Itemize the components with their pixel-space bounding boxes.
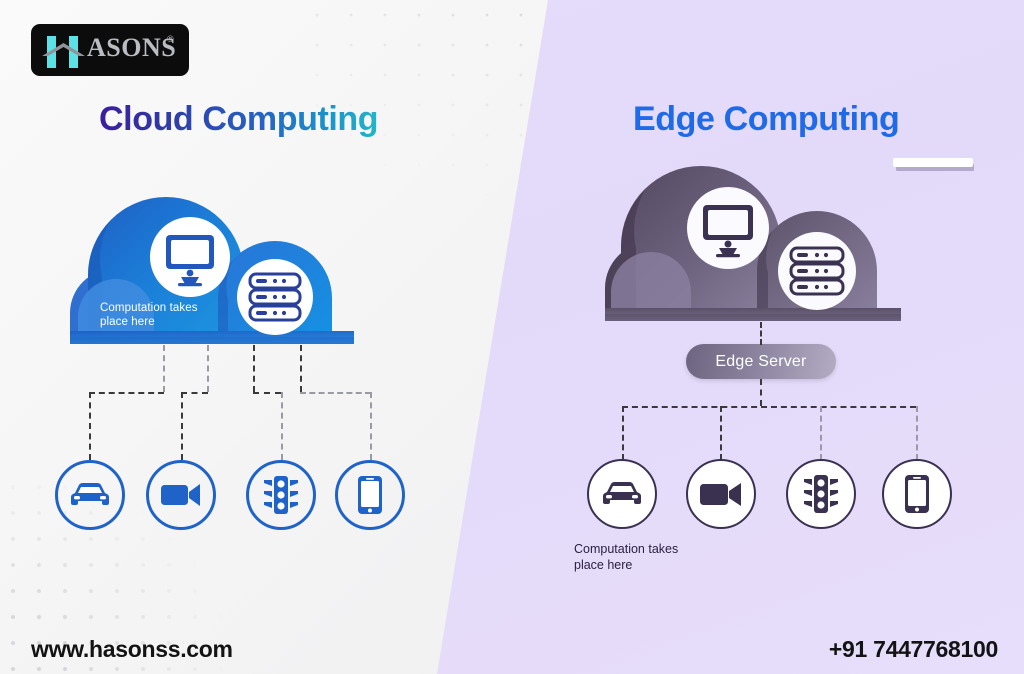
logo-inner: ASONS ® [39,30,181,70]
website-url[interactable]: www.hasonss.com [31,636,233,663]
left-node-video-camera[interactable] [146,460,216,530]
logo-roof-icon [42,43,85,56]
right-node-smartphone[interactable] [882,459,952,529]
right-node-video-camera[interactable] [686,459,756,529]
edge-server-badge[interactable]: Edge Server [686,344,836,379]
cloud-graphic-right [605,158,923,323]
left-panel-title: Cloud Computing [99,100,379,138]
right-node-traffic-light[interactable] [786,459,856,529]
left-node-car[interactable] [55,460,125,530]
car-icon [71,483,109,505]
smartphone-icon [358,476,382,514]
cloud-shape-right [605,166,901,321]
traffic-light-icon [804,475,838,513]
phone-number[interactable]: +91 7447768100 [829,636,998,663]
right-node-car[interactable] [587,459,657,529]
car-icon [603,482,641,504]
right-panel-title: Edge Computing [633,100,900,138]
video-camera-icon [700,483,741,506]
infographic-canvas: ASONS ® Cloud Computing Edge Computing C… [0,0,1024,674]
logo-registered-mark: ® [167,34,174,44]
left-cloud-caption: Computation takes place here [100,302,198,328]
hasons-logo: ASONS ® [31,24,189,76]
left-node-traffic-light[interactable] [246,460,316,530]
left-node-smartphone[interactable] [335,460,405,530]
traffic-light-icon [264,476,298,514]
right-nodes-caption: Computation takes place here [574,542,679,572]
logo-wordmark: ASONS [87,33,177,62]
smartphone-icon [905,475,929,513]
video-camera-icon [161,484,200,506]
